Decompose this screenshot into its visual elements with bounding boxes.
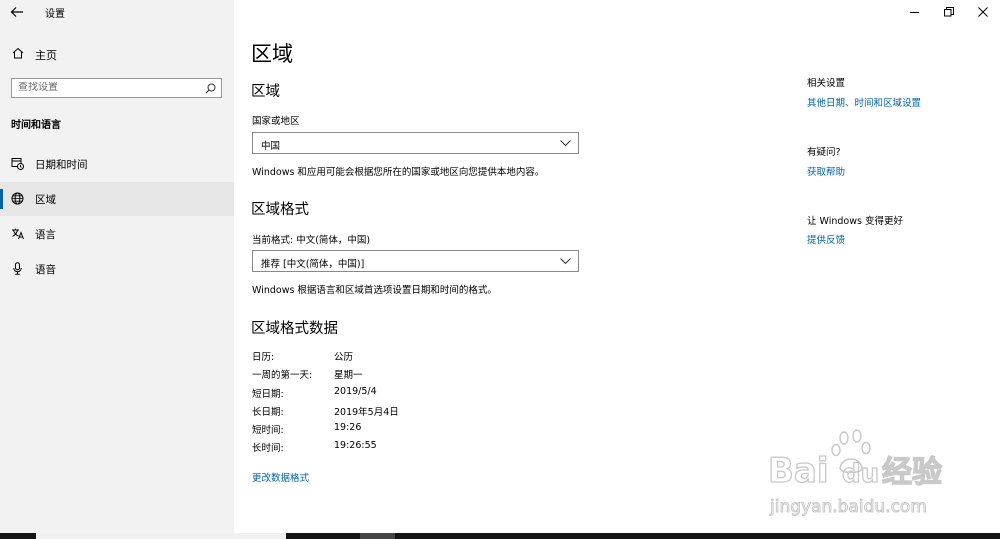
- restore-button[interactable]: [932, 0, 966, 24]
- feedback-heading: 让 Windows 变得更好: [807, 216, 903, 227]
- title-bar: 设置: [0, 0, 234, 24]
- taskbar: [0, 533, 1000, 539]
- sidebar-item-label: 日期和时间: [35, 159, 88, 171]
- sidebar-item-language[interactable]: 语言: [0, 217, 234, 251]
- related-settings-link[interactable]: 其他日期、时间和区域设置: [807, 95, 921, 109]
- region-format-dropdown[interactable]: 推荐 [中文(简体，中国)]: [252, 250, 579, 272]
- region-heading: 区域: [251, 84, 280, 100]
- page-title: 区域: [251, 42, 293, 66]
- calendar-clock-icon: [11, 158, 24, 170]
- search-box: [11, 78, 222, 98]
- language-icon: [12, 228, 24, 240]
- data-row-label: 日历:: [252, 352, 275, 363]
- data-row-label: 长时间:: [252, 443, 284, 454]
- minimize-icon: [910, 12, 919, 13]
- region-description: Windows 和应用可能会根据您所在的国家或地区向您提供本地内容。: [252, 167, 545, 178]
- data-row-label: 一周的第一天:: [252, 370, 313, 381]
- back-button[interactable]: [10, 4, 26, 20]
- data-row-value: 2019年5月4日: [334, 407, 399, 418]
- watermark-url: jingyan.baidu.com: [769, 497, 927, 517]
- format-data-heading: 区域格式数据: [251, 321, 338, 337]
- format-description: Windows 根据语言和区域首选项设置日期和时间的格式。: [252, 285, 497, 296]
- watermark-brand: Bai: [768, 451, 829, 491]
- data-row-value: 公历: [334, 352, 354, 363]
- chevron-down-icon: [560, 258, 571, 265]
- related-settings-heading: 相关设置: [807, 78, 846, 89]
- home-label: 主页: [35, 49, 57, 62]
- microphone-icon: [13, 262, 22, 275]
- sidebar-item-label: 语言: [35, 229, 56, 241]
- watermark-cn-text: 经验: [882, 455, 942, 490]
- baidu-watermark: Bai du 经验 jingyan.baidu.com: [767, 429, 943, 518]
- sidebar-item-label: 区域: [35, 194, 56, 206]
- data-row-value: 19:26:55: [334, 440, 377, 451]
- close-button[interactable]: [966, 0, 1000, 24]
- current-format-label: 当前格式: 中文(简体，中国): [252, 235, 371, 246]
- close-icon: [978, 7, 988, 17]
- sidebar-item-label: 语音: [35, 264, 56, 276]
- give-feedback-link[interactable]: 提供反馈: [807, 232, 845, 246]
- sidebar-item-date-time[interactable]: 日期和时间: [0, 147, 234, 181]
- taskbar-app-button[interactable]: [360, 533, 395, 539]
- minimize-button[interactable]: [898, 0, 932, 24]
- sidebar-item-speech[interactable]: 语音: [0, 252, 234, 286]
- watermark-brand-du: du: [842, 459, 879, 489]
- data-row-value: 19:26: [334, 422, 362, 433]
- sidebar-item-region[interactable]: 区域: [0, 182, 234, 216]
- chevron-down-icon: [560, 140, 571, 147]
- country-dropdown[interactable]: 中国: [252, 132, 579, 154]
- globe-icon: [11, 192, 24, 205]
- app-title: 设置: [45, 9, 65, 20]
- home-nav-item[interactable]: 主页: [12, 44, 212, 64]
- search-icon[interactable]: [205, 83, 216, 94]
- data-row-label: 长日期:: [252, 407, 284, 418]
- sidebar: 设置 主页 时间和语言 日期和时间 区域: [0, 0, 234, 533]
- data-row-label: 短日期:: [252, 389, 284, 400]
- get-help-link[interactable]: 获取帮助: [807, 164, 845, 178]
- taskbar-search[interactable]: [36, 533, 286, 539]
- region-format-dropdown-value: 推荐 [中文(简体，中国)]: [261, 259, 365, 270]
- region-format-heading: 区域格式: [251, 202, 309, 218]
- data-row-label: 短时间:: [252, 425, 284, 436]
- data-row-value: 星期一: [334, 370, 363, 381]
- home-icon: [12, 47, 24, 59]
- restore-icon: [944, 7, 954, 17]
- help-heading: 有疑问?: [807, 147, 841, 158]
- back-arrow-icon: [10, 7, 23, 17]
- change-data-format-link[interactable]: 更改数据格式: [252, 470, 309, 484]
- country-field-label: 国家或地区: [252, 116, 300, 127]
- search-input[interactable]: [18, 82, 203, 93]
- section-heading: 时间和语言: [11, 120, 61, 131]
- country-dropdown-value: 中国: [261, 141, 281, 152]
- data-row-value: 2019/5/4: [334, 386, 377, 397]
